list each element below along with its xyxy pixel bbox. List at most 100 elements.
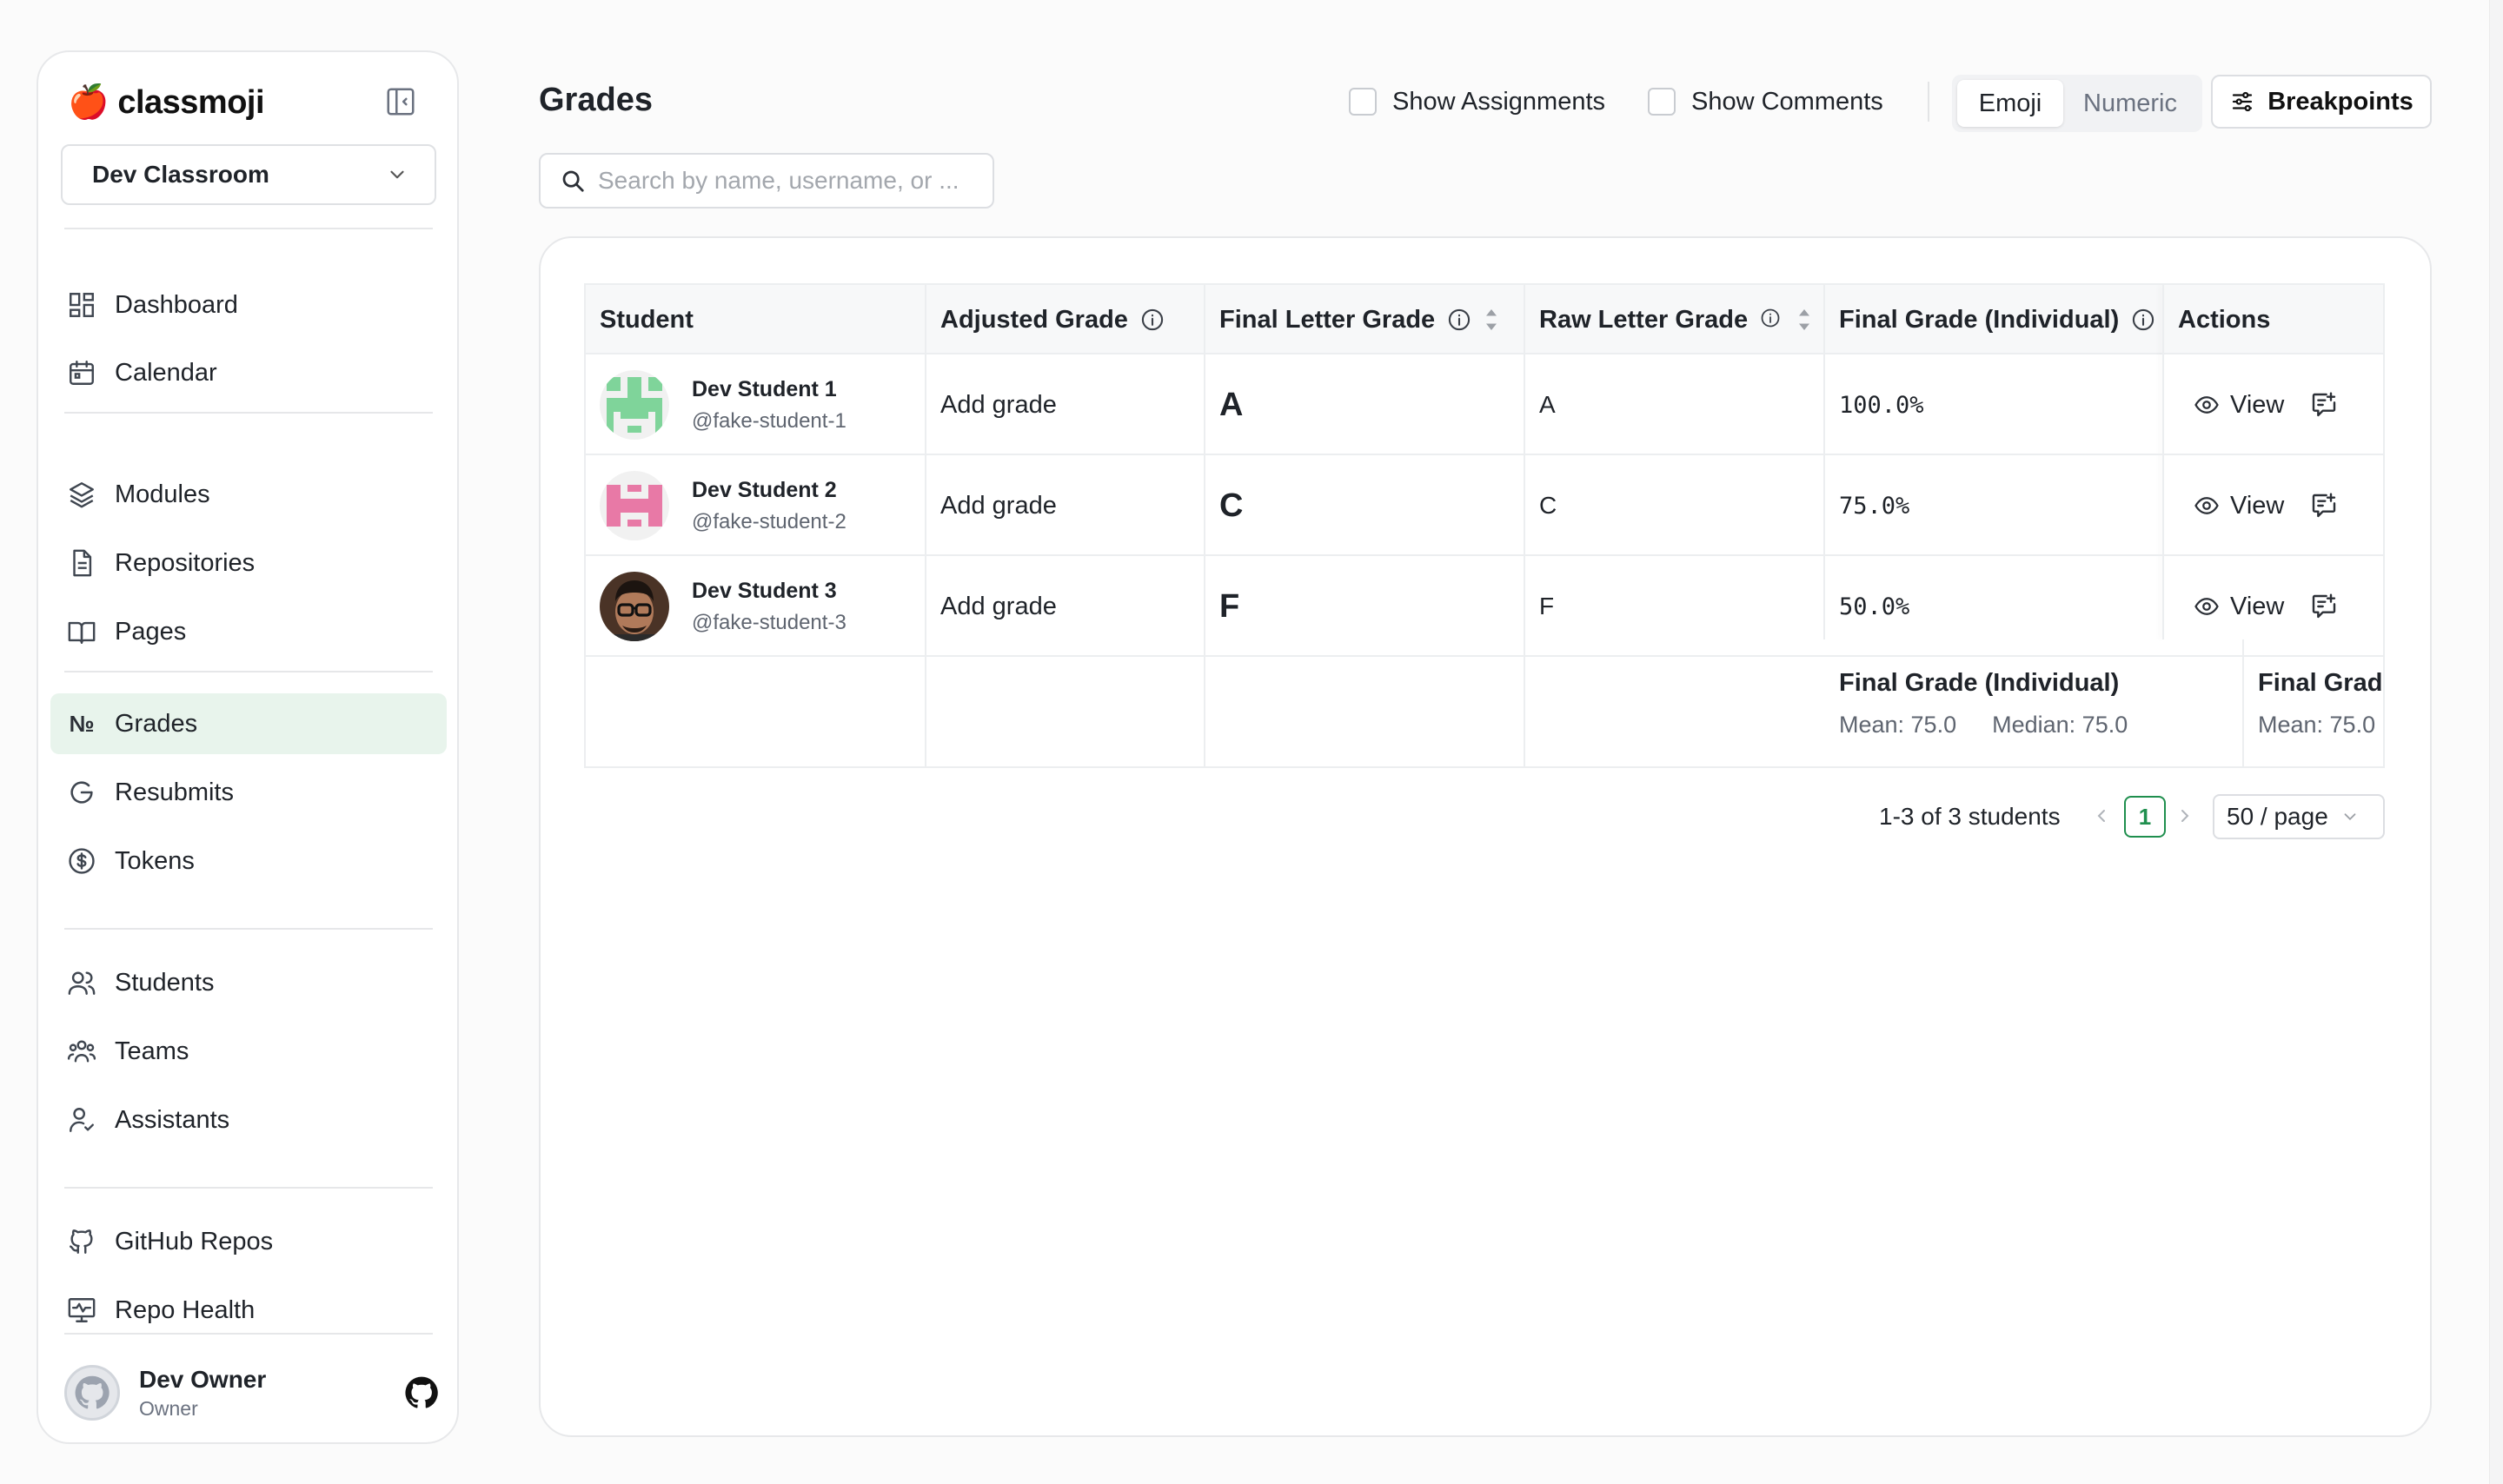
sidebar: 🍎 classmoji Dev Classroom Dashboard Cale… — [37, 50, 459, 1444]
prev-page-icon[interactable] — [2091, 803, 2112, 829]
student-name[interactable]: Dev Student 3 — [692, 579, 847, 604]
info-icon[interactable] — [1447, 308, 1471, 332]
monitor-icon — [66, 1295, 97, 1326]
sidebar-item-label: Repositories — [115, 548, 256, 577]
toggle-emoji[interactable]: Emoji — [1957, 80, 2063, 127]
sidebar-item-github-repos[interactable]: GitHub Repos — [50, 1211, 447, 1272]
sidebar-item-repositories[interactable]: Repositories — [50, 533, 447, 593]
next-page-icon[interactable] — [2174, 803, 2195, 829]
actions-cell: View — [2180, 354, 2338, 455]
nav-divider — [64, 412, 433, 414]
brand-name: classmoji — [117, 83, 265, 121]
page-scrollbar[interactable] — [2489, 0, 2503, 1484]
info-icon[interactable] — [1140, 308, 1165, 332]
view-button[interactable]: View — [2194, 492, 2284, 520]
page-size-value: 50 / page — [2227, 803, 2328, 830]
sidebar-item-label: Dashboard — [115, 290, 238, 319]
comment-add-icon[interactable] — [2310, 391, 2338, 419]
layers-icon — [66, 479, 97, 510]
summary-row: Final Grade (Individual) Mean: 75.0 Medi… — [586, 657, 2383, 766]
column-label: Final Letter Grade — [1219, 305, 1436, 334]
search-input[interactable] — [598, 167, 980, 195]
classroom-select[interactable]: Dev Classroom — [61, 144, 436, 205]
checkbox-label: Show Assignments — [1392, 87, 1606, 116]
sidebar-item-resubmits[interactable]: Resubmits — [50, 762, 447, 823]
sidebar-item-label: Teams — [115, 1037, 189, 1065]
sidebar-item-teams[interactable]: Teams — [50, 1021, 447, 1082]
show-assignments-checkbox[interactable]: Show Assignments — [1349, 83, 1605, 120]
toggle-numeric[interactable]: Numeric — [2063, 80, 2197, 127]
summary-final-grade: Final Grade Mean: 75.0 — [2258, 669, 2383, 739]
user-profile[interactable]: Dev Owner Owner — [64, 1354, 440, 1432]
page-size-select[interactable]: 50 / page — [2213, 794, 2385, 839]
student-name[interactable]: Dev Student 1 — [692, 377, 847, 402]
sidebar-item-repo-health[interactable]: Repo Health — [50, 1280, 447, 1341]
column-header-final-letter-grade[interactable]: Final Letter Grade — [1205, 285, 1499, 354]
header-divider — [1928, 82, 1929, 122]
nav-divider — [64, 671, 433, 672]
summary-mean: Mean: 75.0 — [1839, 712, 1957, 738]
final-letter-grade: F — [1219, 587, 1240, 625]
student-name[interactable]: Dev Student 2 — [692, 478, 847, 503]
dashboard-icon — [66, 289, 97, 321]
github-icon — [66, 1226, 97, 1257]
student-username: @fake-student-1 — [692, 408, 847, 433]
view-button[interactable]: View — [2194, 391, 2284, 420]
sort-icon[interactable] — [1484, 307, 1499, 333]
sidebar-item-dashboard[interactable]: Dashboard — [50, 275, 447, 335]
eye-icon — [2194, 493, 2220, 519]
avatar — [64, 1365, 120, 1421]
nav-divider — [64, 1187, 433, 1189]
view-button[interactable]: View — [2194, 593, 2284, 621]
info-icon[interactable] — [2131, 308, 2155, 332]
page-number-button[interactable]: 1 — [2124, 796, 2166, 838]
eye-icon — [2194, 593, 2220, 619]
sidebar-collapse-icon[interactable] — [384, 85, 417, 118]
avatar[interactable] — [600, 572, 669, 641]
add-grade-button[interactable]: Add grade — [940, 593, 1057, 621]
nav-divider — [64, 1333, 433, 1335]
actions-cell: View — [2180, 556, 2338, 657]
sidebar-item-label: Grades — [115, 709, 198, 738]
column-label: Adjusted Grade — [940, 305, 1128, 334]
sidebar-item-label: Calendar — [115, 358, 217, 387]
add-grade-button[interactable]: Add grade — [940, 492, 1057, 520]
sidebar-item-pages[interactable]: Pages — [50, 601, 447, 662]
sidebar-item-tokens[interactable]: Tokens — [50, 831, 447, 891]
display-mode-toggle: Emoji Numeric — [1952, 75, 2202, 132]
table-row: Dev Student 1 @fake-student-1 Add grade … — [586, 354, 2383, 455]
user-role: Owner — [139, 1396, 198, 1420]
show-comments-checkbox[interactable]: Show Comments — [1648, 83, 1883, 120]
sort-icon[interactable] — [1796, 307, 1812, 333]
column-header-raw-letter-grade[interactable]: Raw Letter Grade — [1525, 285, 1812, 354]
sidebar-item-calendar[interactable]: Calendar — [50, 342, 447, 403]
table-row: Dev Student 2 @fake-student-2 Add grade … — [586, 455, 2383, 556]
avatar[interactable] — [600, 370, 669, 440]
table-row: Dev Student 3 @fake-student-3 Add grade … — [586, 556, 2383, 657]
sidebar-item-grades[interactable]: № Grades — [50, 693, 447, 754]
brand-logo[interactable]: 🍎 classmoji — [68, 80, 265, 125]
checkbox[interactable] — [1349, 88, 1377, 116]
checkbox[interactable] — [1648, 88, 1676, 116]
info-icon[interactable] — [1760, 308, 1784, 332]
github-icon[interactable] — [403, 1375, 440, 1411]
avatar[interactable] — [600, 471, 669, 540]
actions-cell: View — [2180, 455, 2338, 556]
dollar-icon — [66, 845, 97, 877]
file-icon — [66, 547, 97, 579]
comment-add-icon[interactable] — [2310, 492, 2338, 520]
breakpoints-button[interactable]: Breakpoints — [2211, 75, 2432, 129]
student-username: @fake-student-2 — [692, 509, 847, 533]
sidebar-item-modules[interactable]: Modules — [50, 464, 447, 525]
column-label: Raw Letter Grade — [1539, 305, 1749, 334]
comment-add-icon[interactable] — [2310, 593, 2338, 620]
view-label: View — [2230, 390, 2285, 419]
sidebar-item-assistants[interactable]: Assistants — [50, 1090, 447, 1150]
final-letter-grade: C — [1219, 487, 1244, 524]
sidebar-item-students[interactable]: Students — [50, 952, 447, 1013]
column-label: Actions — [2178, 305, 2271, 334]
page-title: Grades — [539, 82, 653, 118]
chevron-down-icon — [386, 163, 408, 186]
add-grade-button[interactable]: Add grade — [940, 391, 1057, 420]
final-grade-percent: 75.0% — [1839, 492, 1910, 520]
